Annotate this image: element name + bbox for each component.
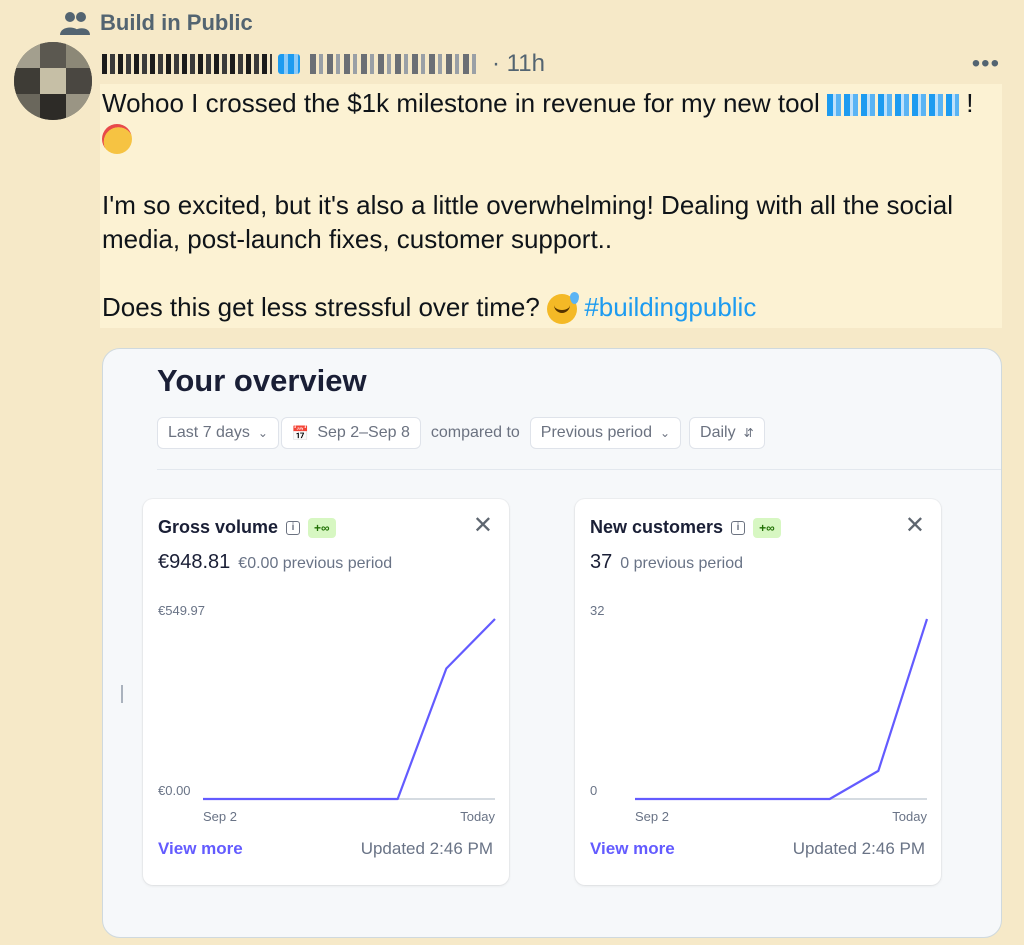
people-icon <box>60 12 90 35</box>
metric-row: €948.81 €0.00 previous period <box>158 551 392 574</box>
y-axis-min-label: €0.00 <box>158 783 191 798</box>
card-footer: View more Updated 2:46 PM <box>590 839 925 859</box>
calendar-icon: 📅 <box>291 424 310 441</box>
post-text: Wohoo I crossed the $1k milestone in rev… <box>102 86 1002 325</box>
community-header[interactable]: Build in Public <box>60 10 253 36</box>
card-title-row: New customers i +∞ <box>590 517 781 538</box>
gross-volume-chart: €549.97 €0.00 Sep 2 Today <box>158 603 496 824</box>
sweat-smile-emoji-icon <box>547 292 580 325</box>
card-title: New customers <box>590 517 724 537</box>
info-icon[interactable]: i <box>731 520 746 535</box>
post-media-screenshot[interactable]: Your overview Last 7 days ⌄ 📅 Sep 2–Sep … <box>102 348 1002 938</box>
updated-time: Updated 2:46 PM <box>792 839 925 858</box>
date-range-button[interactable]: 📅 Sep 2–Sep 8 <box>280 417 421 449</box>
view-more-link[interactable]: View more <box>158 839 243 859</box>
series-line <box>203 618 496 801</box>
more-options-icon[interactable]: ••• <box>972 50 1000 78</box>
info-icon[interactable]: i <box>286 520 301 535</box>
card-footer: View more Updated 2:46 PM <box>158 839 493 859</box>
chevron-down-icon: ⌄ <box>257 426 268 440</box>
interval-select[interactable]: Daily ⇵ <box>689 417 765 449</box>
filter-toolbar: Last 7 days ⌄ 📅 Sep 2–Sep 8 compared to … <box>157 417 765 449</box>
hashtag-link[interactable]: #buildingpublic <box>584 292 756 322</box>
close-icon[interactable]: ✕ <box>905 513 925 539</box>
y-axis-max-label: 32 <box>590 603 604 618</box>
x-axis-start-label: Sep 2 <box>635 809 669 824</box>
toolbar-divider <box>157 469 1001 470</box>
y-axis-min-label: 0 <box>590 783 597 798</box>
verified-badge-icon <box>278 54 300 74</box>
overview-title: Your overview <box>157 363 367 398</box>
post-timestamp[interactable]: · 11h <box>492 50 545 78</box>
previous-period-value: €0.00 previous period <box>238 555 393 572</box>
post-text-line1: Wohoo I crossed the $1k milestone in rev… <box>102 88 820 118</box>
comparison-select-label: Previous period <box>540 424 652 441</box>
gross-volume-card: Gross volume i +∞ ✕ €948.81 €0.00 previo… <box>143 499 509 885</box>
y-axis-max-label: €549.97 <box>158 603 205 618</box>
post-text-para3: Does this get less stressful over time? <box>102 292 540 323</box>
comparison-select[interactable]: Previous period ⌄ <box>529 417 682 449</box>
new-customers-chart: 32 0 Sep 2 Today <box>590 603 929 824</box>
card-title: Gross volume <box>158 517 279 537</box>
range-select-label: Last 7 days <box>168 424 250 441</box>
interval-select-label: Daily <box>700 424 736 441</box>
x-axis-start-label: Sep 2 <box>203 809 237 824</box>
post-text-para2: I'm so excited, but it's also a little o… <box>102 190 953 255</box>
x-axis-end-label: Today <box>892 809 927 824</box>
chevron-updown-icon: ⇵ <box>743 426 754 440</box>
view-more-link[interactable]: View more <box>590 839 675 859</box>
chevron-down-icon: ⌄ <box>659 426 671 440</box>
previous-period-value: 0 previous period <box>620 555 743 572</box>
change-badge: +∞ <box>753 517 781 538</box>
avatar[interactable] <box>14 42 92 120</box>
metric-row: 37 0 previous period <box>590 551 743 574</box>
author-name-redacted[interactable] <box>102 54 272 74</box>
card-title-row: Gross volume i +∞ <box>158 517 336 538</box>
metric-value: 37 <box>590 551 613 573</box>
author-handle-redacted[interactable] <box>310 54 480 74</box>
metric-value: €948.81 <box>158 551 231 573</box>
compared-to-label: compared to <box>430 424 520 441</box>
post-text-exclaim: ! <box>966 88 974 118</box>
community-name: Build in Public <box>100 10 253 35</box>
range-select[interactable]: Last 7 days ⌄ <box>157 417 279 449</box>
updated-time: Updated 2:46 PM <box>360 839 493 858</box>
resize-handle[interactable] <box>121 685 123 703</box>
post-header: · 11h <box>102 46 1002 82</box>
change-badge: +∞ <box>308 517 336 538</box>
close-icon[interactable]: ✕ <box>473 513 493 539</box>
series-line <box>635 618 929 801</box>
party-face-emoji-icon <box>102 124 132 155</box>
date-range-label: Sep 2–Sep 8 <box>317 424 410 441</box>
tool-link-redacted[interactable] <box>827 94 960 117</box>
new-customers-card: New customers i +∞ ✕ 37 0 previous perio… <box>575 499 941 885</box>
x-axis-end-label: Today <box>460 809 495 824</box>
